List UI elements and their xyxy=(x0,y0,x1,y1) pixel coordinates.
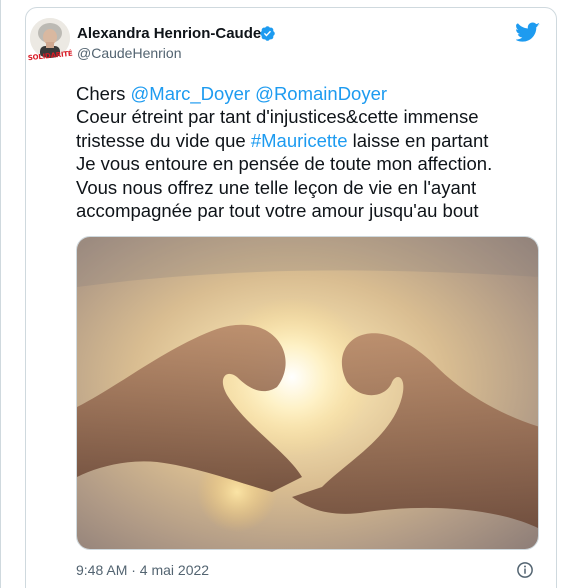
tweet-line-3: tristesse du vide que #Mauricette laisse… xyxy=(76,129,546,152)
heart-hands-photo xyxy=(77,237,538,549)
page-divider xyxy=(0,0,1,588)
tweet-line-3-end: laisse en partant xyxy=(347,129,489,151)
twitter-bird-icon[interactable] xyxy=(516,22,540,42)
verified-badge-icon xyxy=(260,26,275,41)
tweet-line-1: Chers @Marc_Doyer @RomainDoyer xyxy=(76,82,546,105)
info-icon[interactable] xyxy=(516,561,534,579)
tweet-line-4: Je vous entoure en pensée de toute mon a… xyxy=(76,153,493,175)
tweet-line-3-start: tristesse du vide que xyxy=(76,129,251,151)
greeting-word: Chers xyxy=(76,83,126,104)
tweet-timestamp[interactable]: 9:48 AM · 4 mai 2022 xyxy=(76,562,209,578)
tweet-text: Chers @Marc_Doyer @RomainDoyer Coeur étr… xyxy=(76,82,546,222)
mention-link-romain-doyer[interactable]: @RomainDoyer xyxy=(255,83,387,104)
tweet-line-2: Coeur étreint par tant d'injustices&cett… xyxy=(76,106,479,128)
tweet-line-6: accompagnée par tout votre amour jusqu'a… xyxy=(76,200,479,222)
mention-link-marc-doyer[interactable]: @Marc_Doyer xyxy=(131,83,251,104)
author-handle[interactable]: @CaudeHenrion xyxy=(77,45,182,61)
tweet-line-5: Vous nous offrez une telle leçon de vie … xyxy=(76,176,477,198)
hashtag-link-mauricette[interactable]: #Mauricette xyxy=(251,130,348,151)
tweet-media-photo[interactable] xyxy=(76,236,539,550)
author-name[interactable]: Alexandra Henrion-Caude xyxy=(77,25,261,42)
